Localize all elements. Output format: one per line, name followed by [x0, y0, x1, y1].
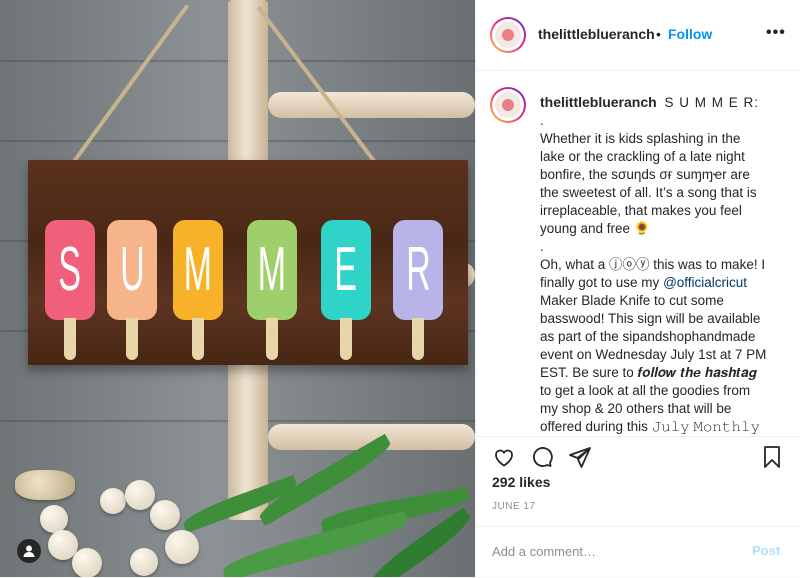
caption-first-line: thelittleblueranch S U M M E R:: [540, 93, 780, 112]
caption-line: finally got to use my @officialcricut: [540, 275, 748, 290]
popsicle-stick: [266, 318, 278, 360]
caption-line: the sweetest of all. It’s a song that is: [540, 185, 757, 200]
more-options-icon[interactable]: •••: [766, 24, 786, 42]
popsicle-letter-text: E: [334, 235, 358, 304]
caption-username[interactable]: thelittleblueranch: [540, 94, 657, 110]
caption-line: event on Wednesday July 1st at 7 PM: [540, 347, 767, 362]
bead: [72, 548, 102, 577]
hanging-rope: [68, 4, 190, 169]
popsicle-stick: [64, 318, 76, 360]
caption-line: to get a look at all the goodies from: [540, 383, 751, 398]
mention-link[interactable]: @officialcricut: [663, 275, 747, 290]
action-bar: [476, 436, 800, 477]
ladder-rung: [268, 92, 475, 118]
caption-line: .: [540, 113, 544, 128]
bookmark-icon[interactable]: [760, 445, 784, 474]
bead: [130, 548, 158, 576]
bead: [165, 530, 199, 564]
popsicle-stick: [126, 318, 138, 360]
caption-line: S U M M E R:: [664, 95, 759, 110]
caption-line: Whether it is kids splashing in the: [540, 131, 741, 146]
popsicle-stick: [192, 318, 204, 360]
bead: [125, 480, 155, 510]
share-icon[interactable]: [568, 445, 592, 474]
popsicle-letter: R: [393, 220, 443, 320]
caption-line: EST. Be sure to 𝒇𝒐𝒍𝒍𝒐𝒘 𝒕𝒉𝒆 𝒉𝒂𝒔𝒉𝒕𝒂𝒈: [540, 365, 757, 380]
popsicle-stick: [412, 318, 424, 360]
comment-input[interactable]: [490, 543, 734, 560]
post-viewer: SUMMER thelittleblueranch • Follow ••• t…: [0, 0, 800, 577]
caption-area: thelittleblueranch S U M M E R: . Whether…: [476, 71, 800, 436]
popsicle-letter: M: [173, 220, 223, 320]
caption-line: .: [540, 239, 544, 254]
caption-line: irreplaceable, that makes you feel: [540, 203, 742, 218]
popsicle-letter: E: [321, 220, 371, 320]
popsicle-letter-text: S: [58, 235, 82, 304]
comment-icon[interactable]: [530, 445, 554, 474]
popsicle-stick: [340, 318, 352, 360]
tagged-user-icon[interactable]: [17, 539, 41, 563]
comment-bar: Post: [476, 526, 800, 578]
hanging-rope: [256, 5, 380, 168]
bead: [100, 488, 126, 514]
caption-line: Oh, what a ⓙⓞⓨ this was to make! I: [540, 257, 766, 272]
popsicle-letter-text: M: [183, 235, 213, 304]
post-details-panel: thelittleblueranch • Follow ••• thelittl…: [475, 0, 800, 577]
separator-dot: •: [656, 26, 661, 42]
caption-line: my shop & 20 others that will be: [540, 401, 732, 416]
caption-line: Maker Blade Knife to cut some: [540, 293, 724, 308]
heart-icon[interactable]: [492, 445, 516, 474]
post-image[interactable]: SUMMER: [0, 0, 475, 577]
caption-line: bonfire, the sσuηdѕ σғ ѕuɱɱҽr are: [540, 167, 750, 182]
popsicle-letter: U: [107, 220, 157, 320]
post-comment-button[interactable]: Post: [752, 543, 780, 558]
post-header: thelittleblueranch • Follow •••: [476, 0, 800, 71]
likes-count[interactable]: 292 likes: [492, 474, 550, 490]
caption-line: offered during this 𝙹𝚞𝚕𝚢 𝙼𝚘𝚗𝚝𝚑𝚕𝚢: [540, 419, 761, 434]
jute-tassel: [15, 470, 75, 500]
popsicle-letter: M: [247, 220, 297, 320]
caption-line: young and free 🌻: [540, 221, 651, 236]
follow-button[interactable]: Follow: [668, 26, 712, 42]
caption-text: . Whether it is kids splashing in the lake…: [540, 112, 780, 436]
bead: [150, 500, 180, 530]
caption: thelittleblueranch S U M M E R: . Whether…: [540, 93, 780, 436]
caption-line: lake or the crackling of a late night: [540, 149, 745, 164]
caption-line: basswood! This sign will be available: [540, 311, 761, 326]
caption-avatar[interactable]: [490, 87, 526, 123]
post-date[interactable]: JUNE 17: [492, 501, 536, 512]
bead: [40, 505, 68, 533]
popsicle-letter-text: M: [257, 235, 287, 304]
caption-line: as part of the sipandshophandmade: [540, 329, 756, 344]
popsicle-letter-text: U: [119, 235, 145, 304]
header-username[interactable]: thelittleblueranch: [538, 26, 655, 42]
avatar[interactable]: [490, 17, 526, 53]
popsicle-letter-text: R: [405, 235, 431, 304]
popsicle-letter: S: [45, 220, 95, 320]
